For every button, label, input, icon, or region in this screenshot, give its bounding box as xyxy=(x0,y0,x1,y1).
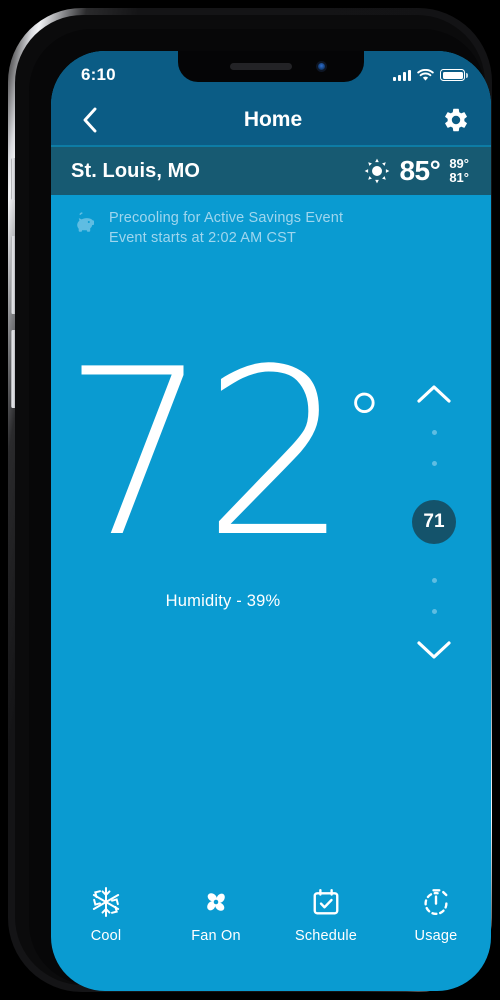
phone-frame: 6:10 Home St. Louis, MO 85° 89° 81° Prec… xyxy=(8,8,492,992)
battery-full-icon xyxy=(440,69,468,81)
tab-fan-label: Fan On xyxy=(191,928,241,944)
tab-schedule-label: Schedule xyxy=(294,928,358,944)
snowflake-icon xyxy=(92,887,120,917)
savings-event-text: Precooling for Active Savings Event Even… xyxy=(109,210,343,246)
earpiece-speaker-icon xyxy=(229,63,292,70)
current-temperature-block: 72 ° Humidity - 39% xyxy=(51,321,395,611)
setpoint-value[interactable]: 71 xyxy=(412,500,456,544)
stopwatch-icon xyxy=(424,889,448,916)
event-banner-line-2: Event starts at 2:02 AM CST xyxy=(109,230,296,246)
stepper-tick xyxy=(431,461,437,466)
status-bar-time: 6:10 xyxy=(81,65,116,84)
cellular-signal-icon xyxy=(393,69,411,81)
chevron-left-icon xyxy=(83,107,97,133)
stopwatch-icon-wrap xyxy=(421,885,451,919)
sun-icon xyxy=(365,158,390,184)
temperature-row: 72 ° xyxy=(62,321,384,588)
stepper-tick xyxy=(431,609,437,614)
back-button[interactable] xyxy=(73,103,107,137)
event-banner-line-1: Precooling for Active Savings Event xyxy=(109,210,344,226)
current-temperature-value: 72 xyxy=(62,321,350,588)
phone-notch xyxy=(178,51,364,82)
thermostat-main-area: 72 ° Humidity - 39% 71 xyxy=(51,231,491,871)
stepper-up-button[interactable] xyxy=(415,381,453,407)
phone-bezel: 6:10 Home St. Louis, MO 85° 89° 81° Prec… xyxy=(29,29,491,991)
navigation-bar: Home xyxy=(51,95,491,145)
fan-icon xyxy=(207,893,225,911)
stepper-tick xyxy=(431,578,437,583)
front-camera-icon xyxy=(315,61,327,72)
humidity-label: Humidity - 39% xyxy=(165,591,281,610)
tab-usage-label: Usage xyxy=(414,928,458,944)
page-title: Home xyxy=(243,108,303,131)
gear-icon xyxy=(445,108,467,132)
stepper-ticks-bottom xyxy=(431,565,437,627)
outdoor-high-low: 89° 81° xyxy=(449,155,469,185)
weather-bar[interactable]: St. Louis, MO 85° 89° 81° xyxy=(51,145,491,195)
tab-cool-label: Cool xyxy=(90,928,122,944)
location-name: St. Louis, MO xyxy=(71,159,201,182)
stepper-ticks-top xyxy=(431,417,437,479)
stepper-down-button[interactable] xyxy=(415,637,453,663)
tab-fan[interactable]: Fan On xyxy=(166,885,266,944)
outdoor-temperature: 85° xyxy=(399,155,441,186)
calendar-check-icon xyxy=(313,888,339,915)
weather-summary: 85° 89° 81° xyxy=(364,155,469,187)
phone-frame-inner: 6:10 Home St. Louis, MO 85° 89° 81° Prec… xyxy=(15,15,491,991)
temperature-stepper: 71 xyxy=(399,381,469,663)
piggy-bank-icon xyxy=(77,212,95,232)
snowflake-icon-wrap xyxy=(90,885,122,919)
tab-usage[interactable]: Usage xyxy=(386,885,486,944)
stepper-tick xyxy=(431,430,437,435)
bottom-tab-bar: Cool Fan On Schedule Usage xyxy=(51,871,491,991)
tab-cool[interactable]: Cool xyxy=(56,885,156,944)
wifi-icon xyxy=(417,68,434,81)
calendar-check-icon-wrap xyxy=(311,885,341,919)
outdoor-high: 89° xyxy=(449,155,469,171)
current-temperature-degree: ° xyxy=(345,376,384,465)
phone-screen: 6:10 Home St. Louis, MO 85° 89° 81° Prec… xyxy=(51,51,491,991)
settings-button[interactable] xyxy=(439,103,473,137)
tab-schedule[interactable]: Schedule xyxy=(276,885,376,944)
fan-icon-wrap xyxy=(200,885,232,919)
outdoor-low: 81° xyxy=(449,170,469,185)
status-bar-indicators xyxy=(393,65,468,82)
savings-event-banner[interactable]: Precooling for Active Savings Event Even… xyxy=(51,195,491,256)
